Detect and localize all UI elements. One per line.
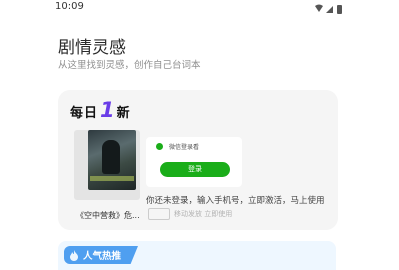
tab-hot-picks[interactable]: 人气热推: [64, 246, 138, 264]
daily-title-prefix: 每日: [70, 106, 99, 121]
daily-title: 每日 1 新: [70, 98, 130, 122]
movie-name[interactable]: 《空中营救》危...: [76, 210, 140, 221]
poster-figure: [102, 140, 120, 174]
daily-title-number: 1: [100, 98, 115, 122]
status-icons: [315, 4, 342, 14]
page-subtitle: 从这里找到灵感，创作自己台词本: [58, 60, 201, 71]
lyric-line: 你还未登录，输入手机号，立即激活，马上使用: [146, 196, 325, 206]
flame-icon: [70, 250, 78, 261]
login-hint: 微信登录看: [156, 142, 199, 151]
movie-poster[interactable]: [88, 130, 136, 190]
battery-icon: [337, 5, 342, 14]
login-preview-panel: 微信登录看 登录: [146, 137, 242, 187]
page-title: 剧情灵感: [58, 38, 126, 58]
login-hint-text: 微信登录看: [169, 144, 200, 151]
movie-poster-block[interactable]: [74, 130, 140, 200]
login-button[interactable]: 登录: [160, 162, 230, 177]
wechat-icon: [156, 143, 163, 150]
tag-box: [148, 208, 170, 220]
hot-section-label: 人气热推: [83, 251, 122, 262]
cellular-signal-icon: [326, 6, 333, 13]
daily-new-card[interactable]: 每日 1 新 《空中营救》危... 微信登录看 登录 你还未登录，输入手机号，立…: [58, 90, 338, 230]
status-time: 10:09: [55, 1, 84, 12]
wifi-icon: [315, 4, 323, 12]
daily-title-suffix: 新: [116, 106, 130, 121]
status-bar: 10:09: [0, 0, 399, 18]
lyric-line-secondary: 移动发放 立即使用: [174, 210, 233, 218]
poster-title-strip: [90, 176, 134, 181]
hot-section: 人气热推: [58, 241, 336, 270]
